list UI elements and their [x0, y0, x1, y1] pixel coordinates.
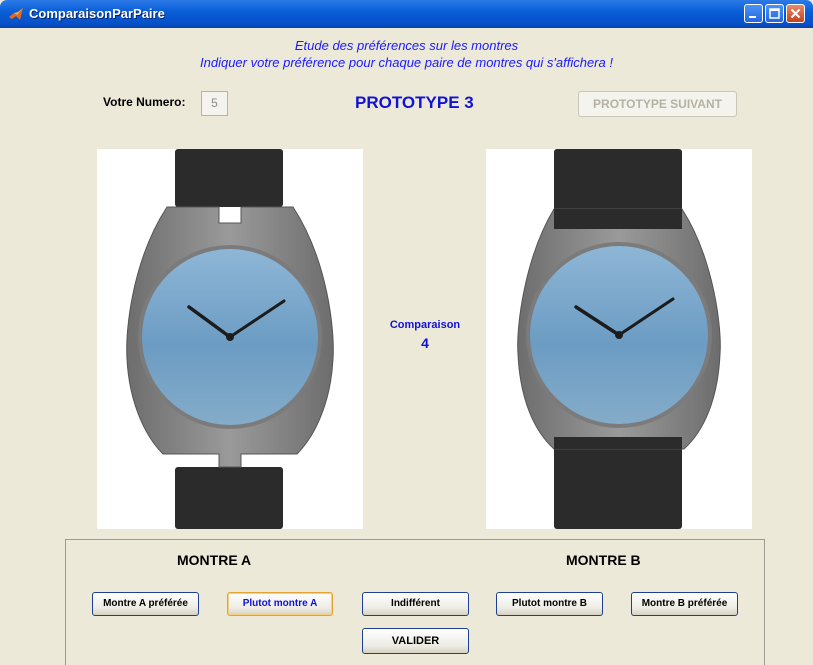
- rather-montre-b-button[interactable]: Plutot montre B: [496, 592, 603, 616]
- window-title: ComparaisonParPaire: [29, 6, 165, 21]
- montre-a-preferred-button[interactable]: Montre A préférée: [92, 592, 199, 616]
- comparison-number: 4: [421, 335, 429, 351]
- number-field[interactable]: 5: [201, 91, 228, 116]
- prototype-title: PROTOTYPE 3: [355, 93, 474, 112]
- instruction-text: Indiquer votre préférence pour chaque pa…: [200, 55, 613, 70]
- comparison-label: Comparaison: [389, 319, 461, 331]
- indifferent-button[interactable]: Indifférent: [362, 592, 469, 616]
- watch-a-image: [97, 149, 363, 529]
- next-prototype-button[interactable]: PROTOTYPE SUIVANT: [578, 91, 737, 117]
- montre-a-label: MONTRE A: [177, 552, 252, 568]
- montre-b-preferred-button[interactable]: Montre B préférée: [631, 592, 738, 616]
- montre-b-label: MONTRE B: [566, 552, 641, 568]
- rather-montre-a-button[interactable]: Plutot montre A: [227, 592, 333, 616]
- close-icon[interactable]: [786, 4, 805, 23]
- title-bar[interactable]: ComparaisonParPaire: [0, 0, 813, 28]
- maximize-icon[interactable]: [765, 4, 784, 23]
- matlab-icon: [8, 6, 24, 22]
- study-title: Etude des préférences sur les montres: [294, 38, 519, 53]
- validate-button[interactable]: VALIDER: [362, 628, 469, 654]
- number-label: Votre Numero:: [103, 95, 186, 109]
- watch-b-image: [486, 149, 752, 529]
- minimize-icon[interactable]: [744, 4, 763, 23]
